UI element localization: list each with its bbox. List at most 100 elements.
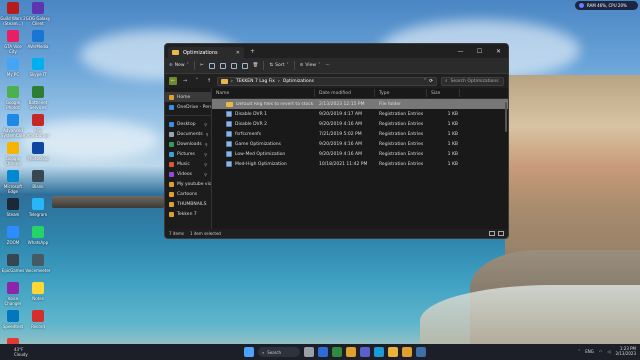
file-row[interactable]: fsrfscmenfs 7/21/2019 5:02 PM Registration… <box>212 129 508 139</box>
nav-item[interactable]: Home <box>165 92 211 102</box>
desktop-icon[interactable]: Google Chrome <box>0 142 26 166</box>
edge-icon[interactable] <box>374 347 384 357</box>
desktop-icon[interactable]: Microsoft Edge <box>0 170 26 194</box>
file-row[interactable]: Med-High Optimization 10/18/2021 11:42 PM… <box>212 159 508 169</box>
desktop-icon[interactable]: Advanced SystemCare <box>0 114 26 138</box>
desktop-icon[interactable]: Google Photos <box>0 86 26 110</box>
address-row: ← → ˅ ↑ › TEKKEN 7 Lag Fix › Optimizatio… <box>165 74 508 88</box>
tiles-view-icon[interactable] <box>498 231 504 236</box>
desktop-icon[interactable]: Blank <box>25 170 51 189</box>
taskbar-search-label: Search <box>267 349 281 355</box>
weather-widget[interactable]: 43°F Cloudy <box>0 347 28 357</box>
steam-icon[interactable] <box>416 347 426 357</box>
desktop-icon[interactable]: EpicGames <box>0 254 26 273</box>
chevron-up-icon[interactable]: ˄ <box>578 349 580 354</box>
desktop-icon[interactable]: Guild Wars 2 (Steam...) <box>0 2 26 26</box>
app-icon[interactable] <box>346 347 356 357</box>
scrollbar[interactable] <box>505 102 507 132</box>
desktop-icon[interactable]: Skype IT <box>25 58 51 77</box>
weather-desc: Cloudy <box>14 352 28 357</box>
maximize-button[interactable]: ☐ <box>470 44 489 58</box>
nav-item[interactable]: Cartoons <box>165 189 211 199</box>
forward-button[interactable]: → <box>181 77 189 85</box>
share-button[interactable] <box>241 62 248 69</box>
sort-button[interactable]: ⇅ Sort ˅ <box>269 63 288 68</box>
desktop-icon[interactable]: Telegram <box>25 198 51 217</box>
breadcrumb-item[interactable]: Optimizations <box>283 79 314 84</box>
column-date-modified[interactable]: Date modified <box>315 89 375 97</box>
up-button[interactable]: ↑ <box>205 77 213 85</box>
column-size[interactable]: Size <box>427 89 460 97</box>
desktop-icon[interactable]: Steam <box>0 198 26 217</box>
file-row[interactable]: Low-Med Optimization 9/20/2019 4:16 AM Reg… <box>212 149 508 159</box>
desktop-icon[interactable]: ZOOM <box>0 226 26 245</box>
nav-item[interactable]: THUMBNAILS <box>165 199 211 209</box>
desktop-icon[interactable]: GOG Galaxy Client <box>25 2 51 26</box>
details-view-icon[interactable] <box>489 231 495 236</box>
clock[interactable]: 1:23 PM 2/13/2023 <box>615 346 636 356</box>
minimize-button[interactable]: — <box>451 44 470 58</box>
explorer-icon[interactable] <box>402 347 412 357</box>
close-button[interactable]: ✕ <box>489 44 508 58</box>
nav-item[interactable]: My youtube vio <box>165 179 211 189</box>
nav-item[interactable]: Desktop ⚲ <box>165 119 211 129</box>
nav-item[interactable]: Pictures ⚲ <box>165 149 211 159</box>
nav-item-label: THUMBNAILS <box>177 201 207 207</box>
close-tab-icon[interactable]: ✕ <box>236 50 240 56</box>
column-name[interactable]: Name <box>212 89 315 97</box>
desktop-icon[interactable]: My PC <box>0 58 26 77</box>
search-box[interactable]: ⌕ Search Optimizations <box>441 76 504 86</box>
nav-item[interactable]: Documents ⚲ <box>165 129 211 139</box>
nav-item[interactable]: Videos ⚲ <box>165 169 211 179</box>
refresh-icon[interactable]: ⟳ <box>429 79 433 84</box>
language-indicator[interactable]: ENG <box>585 349 594 354</box>
app-icon <box>7 58 19 70</box>
file-row[interactable]: Disable DVR 1 9/20/2019 4:17 AM Registrati… <box>212 109 508 119</box>
desktop-icon[interactable]: Speedtest <box>0 310 26 329</box>
chrome-icon[interactable] <box>388 347 398 357</box>
task-view-icon[interactable] <box>304 347 314 357</box>
column-type[interactable]: Type <box>375 89 427 97</box>
performance-badge[interactable]: RAM 46%, CPU 20% <box>575 1 638 10</box>
desktop-icon[interactable]: Record <box>25 310 51 329</box>
nav-item[interactable]: Music ⚲ <box>165 159 211 169</box>
nav-item[interactable]: Tekken 7 <box>165 209 211 219</box>
desktop-icon[interactable]: Voice Changer <box>0 282 26 306</box>
teams-icon[interactable] <box>360 347 370 357</box>
back-button[interactable]: ← <box>169 77 177 85</box>
rename-button[interactable] <box>230 62 237 69</box>
desktop-icon[interactable]: AVerMedia <box>25 30 51 49</box>
cut-button[interactable]: ✂ <box>200 63 204 68</box>
file-row[interactable]: Disable DVR 2 9/20/2019 4:16 AM Registrati… <box>212 119 508 129</box>
desktop-icon[interactable]: GTA Vice City <box>0 30 26 54</box>
desktop-icon[interactable]: WhatsApp <box>25 226 51 245</box>
taskbar-search[interactable]: ⌕ Search <box>258 347 300 357</box>
desktop-icon[interactable]: Photoshop <box>25 142 51 161</box>
new-tab-button[interactable]: + <box>250 48 255 55</box>
desktop-icon[interactable]: MSI Afterburner <box>25 114 51 138</box>
desktop-icon[interactable]: Voicemeeter <box>25 254 51 273</box>
desktop-icon[interactable]: Battlenet Services <box>25 86 51 110</box>
new-button[interactable]: ⊕ New ˅ <box>169 63 189 68</box>
start-icon[interactable] <box>244 347 254 357</box>
wifi-icon[interactable]: ◠ <box>599 349 603 354</box>
desktop-icon[interactable]: Notes <box>25 282 51 301</box>
recent-locations-button[interactable]: ˅ <box>193 77 201 85</box>
breadcrumb-item[interactable]: TEKKEN 7 Lag Fix <box>236 79 275 84</box>
xbox-icon[interactable] <box>332 347 342 357</box>
file-row[interactable]: Game Optimizations 9/20/2019 4:16 AM Regis… <box>212 139 508 149</box>
paste-button[interactable] <box>219 62 226 69</box>
address-bar[interactable]: › TEKKEN 7 Lag Fix › Optimizations ˅ ⟳ <box>217 76 437 86</box>
desktop-icon-label: ZOOM <box>6 240 20 245</box>
chevron-down-icon[interactable]: ˅ <box>424 79 426 84</box>
copy-button[interactable] <box>208 62 215 69</box>
nav-item[interactable]: OneDrive - Pers <box>165 102 211 112</box>
widgets-icon[interactable] <box>318 347 328 357</box>
nav-item[interactable]: Downloads ⚲ <box>165 139 211 149</box>
volume-icon[interactable]: ◁ <box>607 349 610 354</box>
more-button[interactable]: ··· <box>325 63 329 68</box>
delete-button[interactable]: 🗑 <box>253 63 259 68</box>
tab-optimizations[interactable]: Optimizations ✕ <box>168 47 244 58</box>
file-row[interactable]: Default Reg files to revert to stock if … <box>212 99 508 109</box>
view-button[interactable]: ≡ View ˅ <box>300 63 321 68</box>
